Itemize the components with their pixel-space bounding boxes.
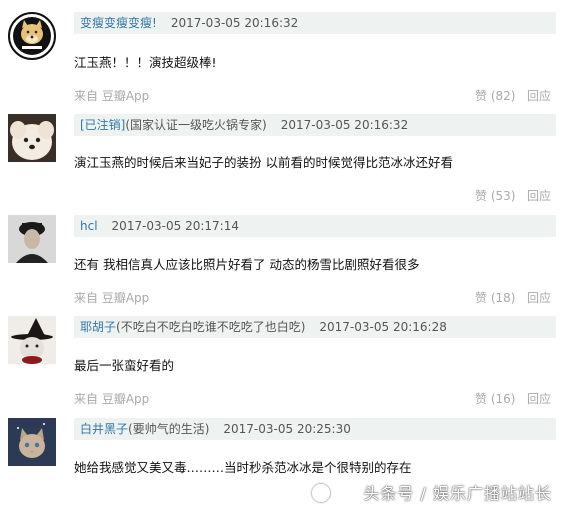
comment-text: 还有 我相信真人应该比照片好看了 动态的杨雪比剧照好看很多 [74, 257, 420, 272]
puppy-icon [8, 114, 56, 162]
source-label: 来自 豆瓣App [74, 392, 150, 406]
vote-button[interactable]: 赞 (16) [475, 390, 515, 407]
timestamp: 2017-03-05 20:16:32 [170, 16, 299, 30]
reply-button[interactable]: 回应 [527, 390, 551, 407]
username-link[interactable]: hcl [80, 219, 98, 233]
comment-header: [已注销](国家认证一级吃火锅专家) 2017-03-05 20:16:32 [74, 114, 556, 136]
comment-text: 江玉燕！！！演技超级棒! [74, 55, 217, 70]
reply-button[interactable]: 回应 [527, 187, 551, 204]
username-link[interactable]: 白井黑子 [80, 422, 128, 436]
person-portrait-icon [8, 215, 56, 263]
reply-button[interactable]: 回应 [527, 289, 551, 306]
comment-header: 耶胡子(不吃白不吃白吃谁不吃吃了也白吃) 2017-03-05 20:16:28 [74, 316, 556, 338]
vote-button[interactable]: 赞 (82) [475, 87, 515, 104]
reply-button[interactable]: 回应 [527, 87, 551, 104]
vote-button[interactable]: 赞 (18) [475, 289, 515, 306]
watermark: 头条号 / 娱乐广播站站长 [363, 484, 552, 503]
comment-header: 变瘦变瘦变瘦! 2017-03-05 20:16:32 [74, 12, 556, 34]
watermark-logo-icon [312, 484, 330, 502]
user-signature: (国家认证一级吃火锅专家) [125, 118, 267, 132]
comment-header: hcl 2017-03-05 20:17:14 [74, 215, 556, 237]
kitten-icon [8, 418, 56, 466]
username-link[interactable]: 变瘦变瘦变瘦! [80, 16, 157, 30]
source-label: 来自 豆瓣App [74, 291, 150, 305]
username-link[interactable]: 耶胡子 [80, 320, 116, 334]
avatar[interactable] [8, 418, 56, 466]
comment-text: 最后一张蛮好看的 [74, 358, 175, 373]
witch-hat-cat-icon [8, 316, 56, 364]
timestamp: 2017-03-05 20:16:32 [280, 118, 409, 132]
user-signature: (要帅气的生活) [128, 422, 210, 436]
timestamp: 2017-03-05 20:17:14 [111, 219, 239, 233]
avatar[interactable] [8, 114, 56, 162]
comment-header: 白井黑子(要帅气的生活) 2017-03-05 20:25:30 [74, 418, 556, 440]
user-signature: (不吃白不吃白吃谁不吃吃了也白吃) [116, 320, 306, 334]
doge-dog-icon [8, 12, 56, 60]
avatar[interactable] [8, 316, 56, 364]
avatar[interactable] [8, 215, 56, 263]
timestamp: 2017-03-05 20:25:30 [223, 422, 351, 436]
avatar[interactable] [8, 12, 56, 60]
username-link[interactable]: [已注销] [80, 118, 125, 132]
comment-text: 她给我感觉又美又毒………当时秒杀范冰冰是个很特别的存在 [74, 460, 412, 475]
source-label: 来自 豆瓣App [74, 89, 150, 103]
comment-text: 演江玉燕的时候后来当妃子的装扮 以前看的时候觉得比范冰冰还好看 [74, 155, 453, 170]
timestamp: 2017-03-05 20:16:28 [319, 320, 447, 334]
vote-button[interactable]: 赞 (53) [475, 187, 515, 204]
